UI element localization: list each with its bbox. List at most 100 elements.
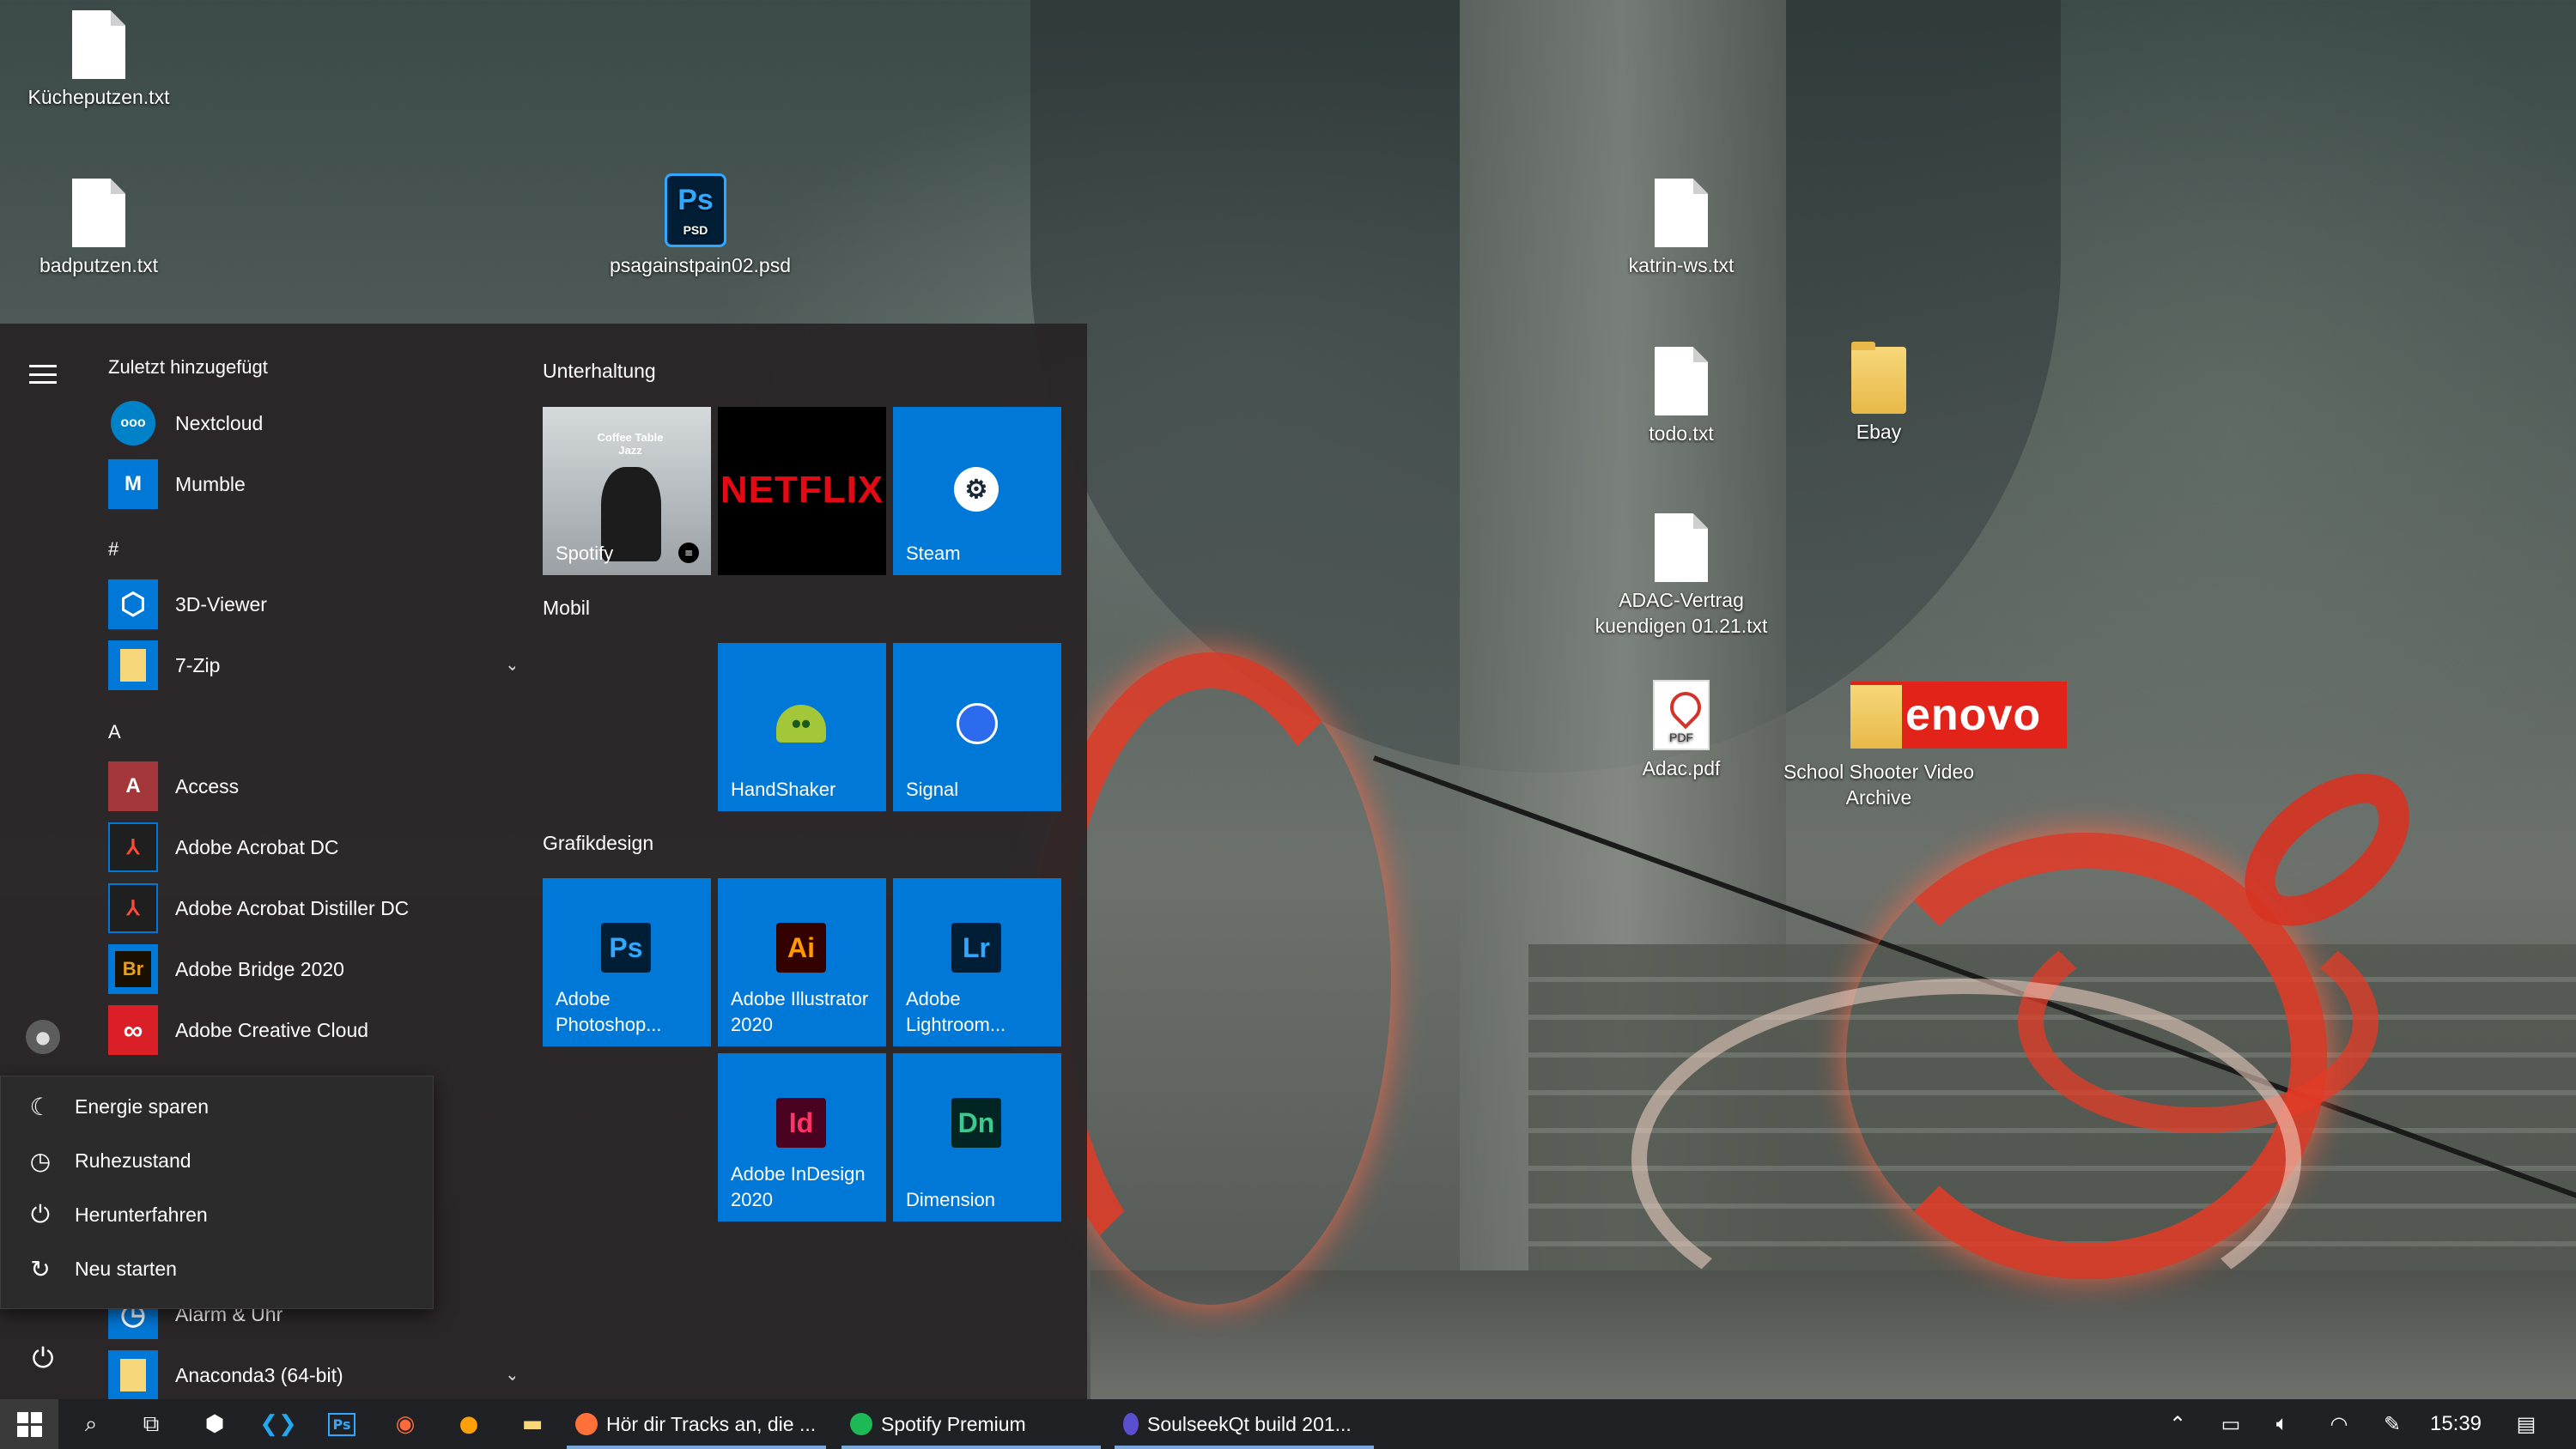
tile-steam[interactable]: ⚙ Steam bbox=[893, 407, 1061, 575]
desktop-icon-katrin[interactable]: katrin-ws.txt bbox=[1600, 179, 1763, 278]
desktop-icon-todo[interactable]: todo.txt bbox=[1600, 347, 1763, 446]
volume-icon[interactable]: 🔈︎ bbox=[2260, 1399, 2305, 1449]
folder-icon bbox=[1851, 342, 1906, 414]
active-indicator bbox=[567, 1446, 826, 1449]
desktop-icon-label: School Shooter Video Archive bbox=[1783, 761, 1975, 809]
wallpaper-railing bbox=[1372, 755, 2576, 1201]
section-letter-hash[interactable]: # bbox=[108, 538, 118, 561]
tile-label: Adobe Photoshop... bbox=[556, 988, 662, 1035]
chevron-up-icon[interactable]: ⌃ bbox=[2155, 1399, 2200, 1449]
firefox-nightly-icon[interactable]: ◉ bbox=[376, 1399, 434, 1449]
app-label: 3D-Viewer bbox=[175, 592, 267, 615]
desktop-icon-kuecheputzen[interactable]: Kücheputzen.txt bbox=[17, 10, 180, 110]
clock[interactable]: 15:39 bbox=[2420, 1399, 2492, 1449]
file-explorer-icon[interactable]: ▬ bbox=[503, 1399, 562, 1449]
tile-label: Adobe InDesign 2020 bbox=[731, 1163, 866, 1210]
app-adobe-creative-cloud[interactable]: ∞ Adobe Creative Cloud bbox=[108, 1003, 515, 1058]
desktop-icon-label: Kücheputzen.txt bbox=[27, 86, 170, 108]
desktop-icon-label: ADAC-Vertrag kuendigen 01.21.txt bbox=[1595, 589, 1768, 637]
tile-signal[interactable]: Signal bbox=[893, 643, 1061, 811]
search-icon[interactable]: ⌕ bbox=[62, 1399, 120, 1449]
start-button[interactable] bbox=[0, 1399, 58, 1449]
app-label: Adobe Acrobat DC bbox=[175, 835, 339, 858]
wifi-icon[interactable]: ◠ bbox=[2317, 1399, 2361, 1449]
group-header-grafikdesign[interactable]: Grafikdesign bbox=[543, 832, 653, 855]
browser-icon[interactable]: ● bbox=[440, 1399, 498, 1449]
creative-cloud-icon: ∞ bbox=[108, 1005, 158, 1055]
app-access[interactable]: A Access bbox=[108, 759, 515, 814]
tile-area: Unterhaltung Coffee Table Jazz ≡ Spotify… bbox=[543, 324, 1087, 1399]
distiller-icon: ⅄ bbox=[108, 883, 158, 933]
user-avatar-icon[interactable]: ● bbox=[26, 1020, 60, 1054]
tile-handshaker[interactable]: •• HandShaker bbox=[718, 643, 886, 811]
gear-app-icon[interactable]: ⬢ bbox=[185, 1399, 244, 1449]
pdf-file-icon: PDF bbox=[1653, 680, 1710, 750]
active-indicator bbox=[1115, 1446, 1374, 1449]
app-mumble[interactable]: M Mumble bbox=[108, 457, 515, 512]
app-adobe-bridge-2020[interactable]: Br Adobe Bridge 2020 bbox=[108, 942, 515, 997]
text-file-icon bbox=[1655, 347, 1708, 415]
taskbar-window-label: Hör dir Tracks an, die ... bbox=[606, 1412, 817, 1435]
app-7zip[interactable]: 7-Zip ⌄ bbox=[108, 638, 515, 693]
task-view-icon[interactable]: ⧉ bbox=[122, 1399, 180, 1449]
power-option-restart[interactable]: ↻ Neu starten bbox=[1, 1242, 433, 1296]
tile-adobe-indesign[interactable]: Id Adobe InDesign 2020 bbox=[718, 1053, 886, 1222]
tile-dimension[interactable]: Dn Dimension bbox=[893, 1053, 1061, 1222]
chevron-down-icon[interactable]: ⌄ bbox=[505, 1363, 515, 1385]
chevron-down-icon[interactable]: ⌄ bbox=[505, 653, 515, 676]
bridge-icon: Br bbox=[108, 944, 158, 994]
taskbar-window-soulseek[interactable]: SoulseekQt build 201... bbox=[1115, 1399, 1374, 1449]
desktop-icon-psd[interactable]: Ps PSD psagainstpain02.psd bbox=[610, 173, 791, 278]
tile-adobe-lightroom[interactable]: Lr Adobe Lightroom... bbox=[893, 878, 1061, 1046]
battery-icon[interactable]: ▭ bbox=[2208, 1399, 2253, 1449]
app-adobe-acrobat-dc[interactable]: ⅄ Adobe Acrobat DC bbox=[108, 820, 515, 875]
hamburger-menu-icon[interactable] bbox=[29, 365, 57, 384]
wallpaper-light-swirl bbox=[1631, 979, 2301, 1339]
app-nextcloud[interactable]: ooo Nextcloud bbox=[108, 396, 515, 451]
soulseek-icon bbox=[1123, 1413, 1139, 1435]
group-header-mobil[interactable]: Mobil bbox=[543, 597, 590, 620]
text-file-icon bbox=[1655, 179, 1708, 247]
wallpaper-light-swirl bbox=[2018, 910, 2379, 1133]
app-3d-viewer[interactable]: ⬡ 3D-Viewer bbox=[108, 577, 515, 632]
desktop-icon-ebay[interactable]: Ebay bbox=[1797, 342, 1960, 445]
app-label: 7-Zip bbox=[175, 653, 221, 676]
tile-netflix[interactable]: NETFLIX bbox=[718, 407, 886, 575]
desktop-icon-adac-vertrag[interactable]: ADAC-Vertrag kuendigen 01.21.txt bbox=[1583, 513, 1780, 639]
desktop-icon-school-shooter-archive[interactable]: School Shooter Video Archive bbox=[1771, 759, 1986, 810]
pen-icon[interactable]: ✎ bbox=[2370, 1399, 2415, 1449]
vscode-icon[interactable]: ❮❯ bbox=[249, 1399, 307, 1449]
tile-adobe-illustrator[interactable]: Ai Adobe Illustrator 2020 bbox=[718, 878, 886, 1046]
photoshop-taskbar-icon[interactable]: Ps bbox=[313, 1399, 371, 1449]
tile-label: Spotify bbox=[556, 543, 614, 564]
taskbar-window-firefox[interactable]: Hör dir Tracks an, die ... bbox=[567, 1399, 826, 1449]
tile-label: Adobe Lightroom... bbox=[906, 988, 1006, 1035]
indesign-icon: Id bbox=[776, 1098, 826, 1148]
text-file-icon bbox=[1655, 513, 1708, 582]
illustrator-icon: Ai bbox=[776, 923, 826, 973]
section-letter-a[interactable]: A bbox=[108, 721, 121, 743]
text-file-icon bbox=[72, 10, 125, 79]
app-label: Access bbox=[175, 774, 240, 797]
clock-icon: ◷ bbox=[29, 1148, 52, 1174]
desktop-icon-badputzen[interactable]: badputzen.txt bbox=[17, 179, 180, 278]
power-option-label: Energie sparen bbox=[75, 1095, 209, 1118]
power-icon: ⏻ bbox=[30, 1201, 51, 1228]
taskbar-window-spotify[interactable]: Spotify Premium bbox=[841, 1399, 1101, 1449]
power-option-hibernate[interactable]: ◷ Ruhezustand bbox=[1, 1134, 433, 1188]
power-icon[interactable]: ⏻ bbox=[26, 1341, 60, 1375]
restart-icon: ↻ bbox=[30, 1256, 51, 1282]
desktop-icon-label: psagainstpain02.psd bbox=[610, 254, 791, 276]
dimension-icon: Dn bbox=[951, 1098, 1001, 1148]
app-adobe-acrobat-distiller-dc[interactable]: ⅄ Adobe Acrobat Distiller DC bbox=[108, 881, 515, 936]
tile-spotify[interactable]: Coffee Table Jazz ≡ Spotify bbox=[543, 407, 711, 575]
album-title: Coffee Table Jazz bbox=[597, 431, 664, 457]
tile-adobe-photoshop[interactable]: Ps Adobe Photoshop... bbox=[543, 878, 711, 1046]
notification-center-icon[interactable]: ▤ bbox=[2502, 1399, 2550, 1449]
tile-label: Signal bbox=[906, 779, 959, 800]
power-option-sleep[interactable]: ☾ Energie sparen bbox=[1, 1080, 433, 1134]
power-option-shutdown[interactable]: ⏻ Herunterfahren bbox=[1, 1188, 433, 1242]
group-header-unterhaltung[interactable]: Unterhaltung bbox=[543, 360, 656, 383]
app-anaconda3[interactable]: Anaconda3 (64-bit) ⌄ bbox=[108, 1348, 515, 1399]
desktop-icon-adac-pdf[interactable]: PDF Adac.pdf bbox=[1600, 680, 1763, 781]
